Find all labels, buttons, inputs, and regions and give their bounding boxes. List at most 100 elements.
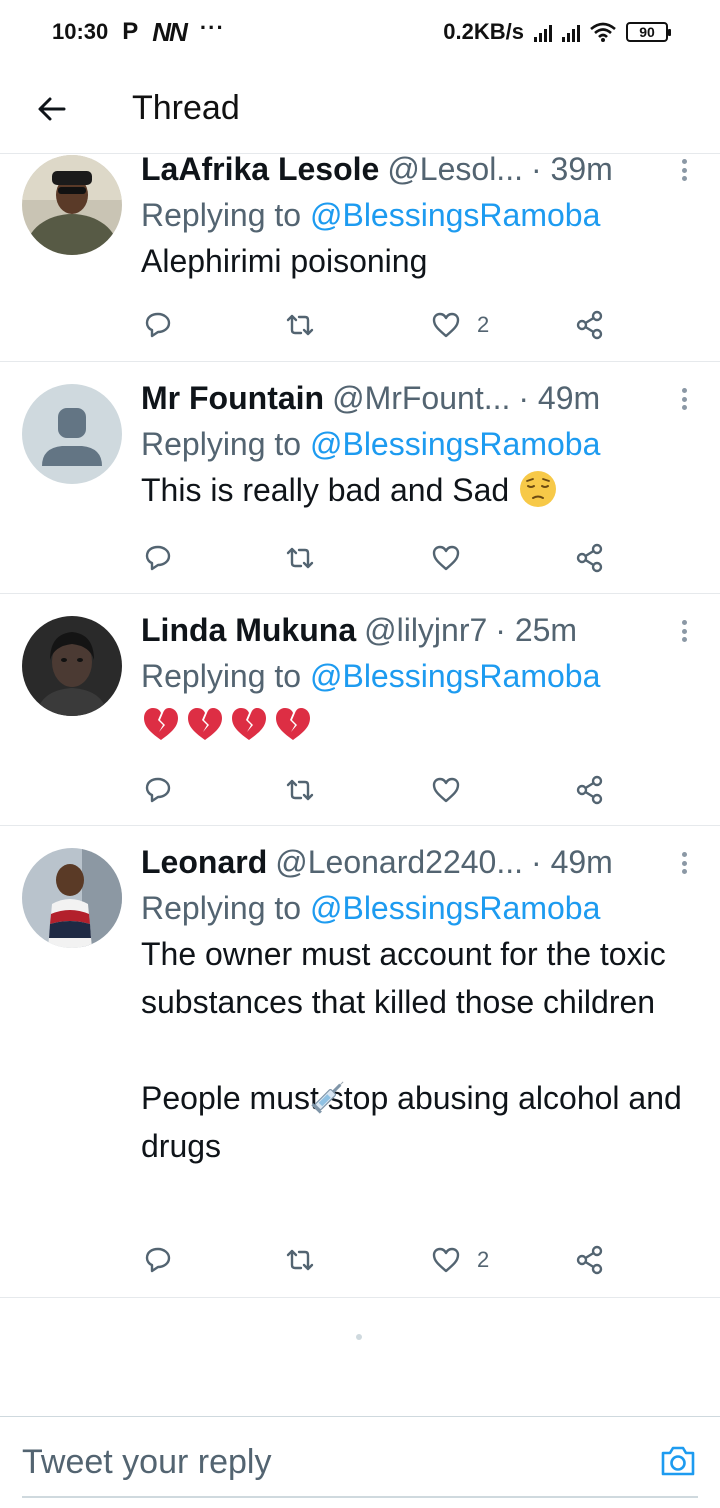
more-options-button[interactable] <box>672 384 696 414</box>
replying-prefix: Replying to <box>141 890 310 926</box>
heart-icon <box>432 1247 460 1273</box>
tweet-author-name[interactable]: Linda Mukuna <box>141 610 356 650</box>
broken-heart-emoji <box>188 708 222 740</box>
reply-composer <box>0 1416 720 1508</box>
syringe-emoji <box>311 1081 344 1114</box>
reply-icon <box>145 1247 171 1273</box>
tweet-author-name[interactable]: Leonard <box>141 842 267 882</box>
share-button[interactable] <box>573 538 607 578</box>
tweet-author-handle[interactable]: @Leonard2240... <box>275 842 523 882</box>
loading-indicator <box>356 1334 362 1340</box>
camera-icon <box>661 1446 695 1476</box>
retweet-button[interactable] <box>283 305 331 345</box>
replying-to: Replying to @BlessingsRamoba <box>141 422 696 466</box>
reply-icon <box>145 312 171 338</box>
thread-header: Thread <box>0 64 720 154</box>
retweet-icon <box>286 779 314 801</box>
more-options-button[interactable] <box>672 155 696 185</box>
broken-heart-emoji <box>276 708 310 740</box>
reply-icon <box>145 545 171 571</box>
tweet-emoji-row <box>141 698 696 750</box>
tweet-text-row: This is really bad and Sad <box>141 466 696 514</box>
mention-link[interactable]: @BlessingsRamoba <box>310 658 600 694</box>
wifi-icon <box>590 22 616 42</box>
retweet-button[interactable] <box>283 538 331 578</box>
heart-icon <box>432 545 460 571</box>
retweet-icon <box>286 1249 314 1271</box>
tweet-timestamp[interactable]: · 39m <box>531 149 613 189</box>
tweet-timestamp[interactable]: · 25m <box>495 610 577 650</box>
like-button[interactable] <box>429 770 477 810</box>
like-button[interactable]: 2 <box>429 1240 489 1280</box>
share-icon <box>576 543 603 573</box>
page-title: Thread <box>132 89 240 127</box>
tweet[interactable]: LaAfrika Lesole @Lesol... · 39m Replying… <box>0 151 720 362</box>
status-bar: 10:30 P NN ··· 0.2KB/s 90 <box>0 0 720 64</box>
signal-icon <box>534 22 552 42</box>
tweet-text: The owner must account for the toxic sub… <box>141 936 682 1164</box>
reply-button[interactable] <box>141 538 189 578</box>
tweet-timestamp[interactable]: · 49m <box>531 842 613 882</box>
more-options-button[interactable] <box>672 616 696 646</box>
share-icon <box>576 310 603 340</box>
tweet-text: This is really bad and Sad <box>141 472 510 508</box>
tweet[interactable]: Leonard @Leonard2240... · 49m Replying t… <box>0 826 720 1298</box>
reply-input[interactable] <box>22 1432 622 1493</box>
avatar[interactable] <box>22 616 122 716</box>
tweet-author-handle[interactable]: @Lesol... <box>387 149 523 189</box>
replying-prefix: Replying to <box>141 197 310 233</box>
pensive-face-emoji <box>520 471 557 507</box>
more-options-button[interactable] <box>672 848 696 878</box>
status-more-dots: ··· <box>199 15 225 40</box>
like-button[interactable] <box>429 538 477 578</box>
status-carrier-nn: NN <box>152 16 188 47</box>
reply-button[interactable] <box>141 305 189 345</box>
back-button[interactable] <box>22 79 82 139</box>
broken-heart-emoji <box>144 708 178 740</box>
battery-icon: 90 <box>626 22 671 42</box>
tweet-author-handle[interactable]: @MrFount... <box>332 378 510 418</box>
tweet-text: Alephirimi poisoning <box>141 243 428 279</box>
heart-icon <box>432 312 460 338</box>
retweet-icon <box>286 547 314 569</box>
tweet-author-name[interactable]: LaAfrika Lesole <box>141 149 379 189</box>
tweet-author-handle[interactable]: @lilyjnr7 <box>364 610 487 650</box>
camera-button[interactable] <box>658 1441 698 1481</box>
replying-prefix: Replying to <box>141 658 310 694</box>
tweet-author-name[interactable]: Mr Fountain <box>141 378 324 418</box>
replying-to: Replying to @BlessingsRamoba <box>141 193 696 237</box>
mention-link[interactable]: @BlessingsRamoba <box>310 890 600 926</box>
reply-button[interactable] <box>141 1240 189 1280</box>
broken-heart-emoji <box>232 708 266 740</box>
mention-link[interactable]: @BlessingsRamoba <box>310 426 600 462</box>
tweet-timestamp[interactable]: · 49m <box>518 378 600 418</box>
like-count: 2 <box>477 312 490 337</box>
share-icon <box>576 775 603 805</box>
arrow-left-icon <box>38 97 66 120</box>
status-carrier-p: P <box>122 18 139 45</box>
tweet[interactable]: Linda Mukuna @lilyjnr7 · 25m Replying to… <box>0 594 720 826</box>
share-button[interactable] <box>573 305 607 345</box>
status-speed: 0.2KB/s <box>443 19 524 44</box>
tweet[interactable]: Mr Fountain @MrFount... · 49m Replying t… <box>0 362 720 594</box>
share-button[interactable] <box>573 1240 607 1280</box>
avatar[interactable] <box>22 848 122 948</box>
like-button[interactable]: 2 <box>429 305 489 345</box>
reply-button[interactable] <box>141 770 189 810</box>
share-button[interactable] <box>573 770 607 810</box>
reply-icon <box>145 777 171 803</box>
share-icon <box>576 1245 603 1275</box>
replying-to: Replying to @BlessingsRamoba <box>141 654 696 698</box>
replying-prefix: Replying to <box>141 426 310 462</box>
heart-icon <box>432 777 460 803</box>
retweet-button[interactable] <box>283 1240 331 1280</box>
signal-icon <box>562 22 580 42</box>
tweet-text-block: The owner must account for the toxic sub… <box>141 930 696 1170</box>
replying-to: Replying to @BlessingsRamoba <box>141 886 696 930</box>
avatar[interactable] <box>22 155 122 255</box>
mention-link[interactable]: @BlessingsRamoba <box>310 197 600 233</box>
retweet-button[interactable] <box>283 770 331 810</box>
like-count: 2 <box>477 1247 490 1272</box>
retweet-icon <box>286 314 314 336</box>
avatar[interactable] <box>22 384 122 484</box>
